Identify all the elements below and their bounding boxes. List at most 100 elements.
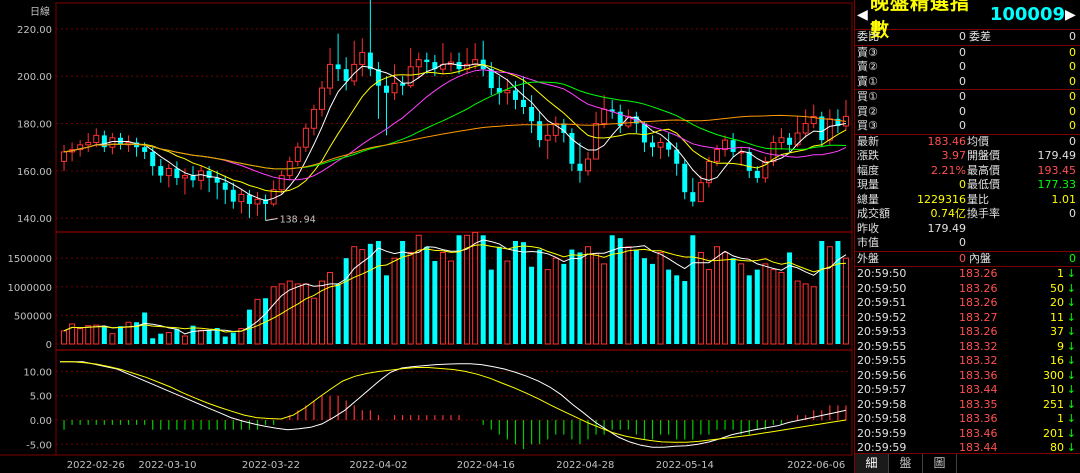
tick-price: 183.26: [959, 267, 998, 280]
tick-list[interactable]: 20:59:50 183.26 1 ↓ 20:59:50 183.26 50 ↓ 20:59:5…: [855, 267, 1080, 470]
tick-row[interactable]: 20:59:57 183.44 10 ↓: [855, 383, 1080, 398]
candle-down: [529, 106, 535, 122]
volume-bar-down: [529, 266, 535, 344]
candle-down: [512, 90, 518, 100]
volume-bar-down: [343, 258, 349, 344]
down-arrow-icon: ↓: [1066, 354, 1076, 367]
volume-bar-up: [585, 246, 592, 345]
volume-tick-label: 1000000: [7, 283, 52, 294]
volume-bar-down: [569, 249, 575, 344]
stat-value: 0.74亿: [930, 207, 967, 220]
bid-price: 0: [959, 104, 966, 118]
candle-down: [819, 116, 825, 141]
tick-row[interactable]: 20:59:50 183.26 1 ↓: [855, 267, 1080, 282]
volume-bar-down: [142, 312, 148, 344]
candle-up: [391, 82, 398, 94]
volume-bar-up: [722, 251, 729, 345]
candle-up: [504, 89, 511, 94]
bid-row: 買② 0 0: [855, 105, 1080, 120]
volume-bar-down: [383, 275, 389, 344]
volume-bar-up: [165, 332, 172, 345]
tick-price: 183.26: [959, 281, 998, 295]
volume-bar-up: [61, 330, 68, 345]
date-tick-label: 2022-02-26: [67, 460, 125, 471]
quote-panel: ◀ 晚盤精選指數 100009 ▶ 委比 0 委差 0 賣③ 0 0 賣② 0 0 賣① 0 0…: [854, 0, 1080, 473]
panel-tab[interactable]: 圖: [923, 454, 957, 473]
ask-volume: 0: [1069, 60, 1076, 73]
tick-row[interactable]: 20:59:58 183.35 251 ↓: [855, 398, 1080, 413]
volume-bar-down: [746, 275, 752, 344]
volume-bar-up: [705, 269, 712, 345]
volume-bar-down: [537, 249, 543, 344]
stat-label: 量比: [967, 192, 989, 206]
ask-volume: 0: [1069, 45, 1076, 59]
tick-row[interactable]: 20:59:53 183.26 37 ↓: [855, 325, 1080, 340]
volume-bar-down: [835, 241, 841, 344]
volume-bar-up: [391, 257, 398, 345]
volume-bar-down: [754, 269, 760, 344]
tick-price: 183.26: [959, 325, 998, 338]
tick-row[interactable]: 20:59:50 183.26 50 ↓: [855, 282, 1080, 297]
tick-row[interactable]: 20:59:55 183.32 9 ↓: [855, 340, 1080, 355]
candle-down: [142, 147, 148, 152]
down-arrow-icon: ↓: [1066, 325, 1076, 338]
tick-time: 20:59:52: [857, 310, 907, 324]
period-label: 日線: [30, 5, 50, 18]
price-tick-label: 220.00: [17, 25, 52, 36]
tick-time: 20:59:53: [857, 325, 907, 338]
candle-up: [593, 123, 600, 160]
stat-label: 幅度: [857, 163, 879, 177]
tick-row[interactable]: 20:59:59 183.46 201 ↓: [855, 427, 1080, 442]
candle-down: [521, 99, 527, 107]
tick-time: 20:59:56: [857, 368, 907, 382]
tick-row[interactable]: 20:59:58 183.36 1 ↓: [855, 412, 1080, 427]
volume-bar-down: [222, 336, 228, 344]
stat-label: 最低價: [967, 178, 1000, 191]
volume-tick-label: 1500000: [7, 254, 52, 265]
volume-bar-up: [407, 251, 414, 345]
panel-tab[interactable]: 細: [855, 454, 889, 473]
prev-arrow-icon[interactable]: ◀: [857, 7, 868, 23]
volume-bar-down: [561, 263, 567, 344]
candle-down: [150, 151, 156, 167]
volume-bar-up: [294, 283, 301, 345]
order-diff-label: 委差: [969, 30, 991, 43]
candle-down: [746, 151, 752, 171]
instrument-code: 100009: [989, 4, 1066, 25]
candle-down: [730, 140, 736, 152]
stat-label: 開盤價: [967, 149, 1000, 162]
candle-up: [826, 118, 833, 141]
ma30-line: [63, 81, 847, 170]
volume-bar-up: [778, 271, 785, 345]
candle-down: [488, 69, 494, 89]
tick-price: 183.26: [959, 296, 998, 309]
stat-value: 0: [959, 236, 966, 249]
tick-row[interactable]: 20:59:51 183.26 20 ↓: [855, 296, 1080, 311]
down-arrow-icon: ↓: [1066, 426, 1076, 440]
candle-up: [713, 149, 720, 162]
candle-down: [375, 69, 381, 86]
volume-bar-up: [351, 246, 358, 345]
date-tick-label: 2022-06-06: [787, 460, 845, 471]
kline-chart[interactable]: 日線 220.00 200.00 180.00 160.00 140.00 1500000 1…: [0, 0, 853, 473]
candle-down: [650, 142, 655, 148]
tick-row[interactable]: 20:59:55 183.32 16 ↓: [855, 354, 1080, 369]
stat-row: 市值 0: [855, 236, 1080, 251]
macd-dif-line: [60, 361, 847, 448]
next-arrow-icon[interactable]: ▶: [1065, 7, 1076, 23]
tick-row[interactable]: 20:59:56 183.36 300 ↓: [855, 369, 1080, 384]
panel-tab[interactable]: 盤: [889, 454, 923, 473]
tick-row[interactable]: 20:59:52 183.27 11 ↓: [855, 311, 1080, 326]
price-tick-label: 160.00: [17, 167, 52, 178]
volume-bar-down: [424, 246, 430, 344]
bid-volume: 0: [1069, 119, 1076, 132]
stat-label: 昨收: [857, 221, 879, 235]
volume-bar-up: [85, 325, 92, 345]
date-tick-label: 2022-04-02: [349, 460, 407, 471]
volume-bar-up: [762, 263, 769, 345]
kline-chart-area[interactable]: 日線 220.00 200.00 180.00 160.00 140.00 1500000 1…: [0, 0, 853, 473]
stat-value: 1229316: [917, 192, 966, 206]
candle-up: [302, 127, 309, 148]
volume-bar-down: [432, 261, 438, 344]
volume-bar-up: [447, 260, 454, 345]
